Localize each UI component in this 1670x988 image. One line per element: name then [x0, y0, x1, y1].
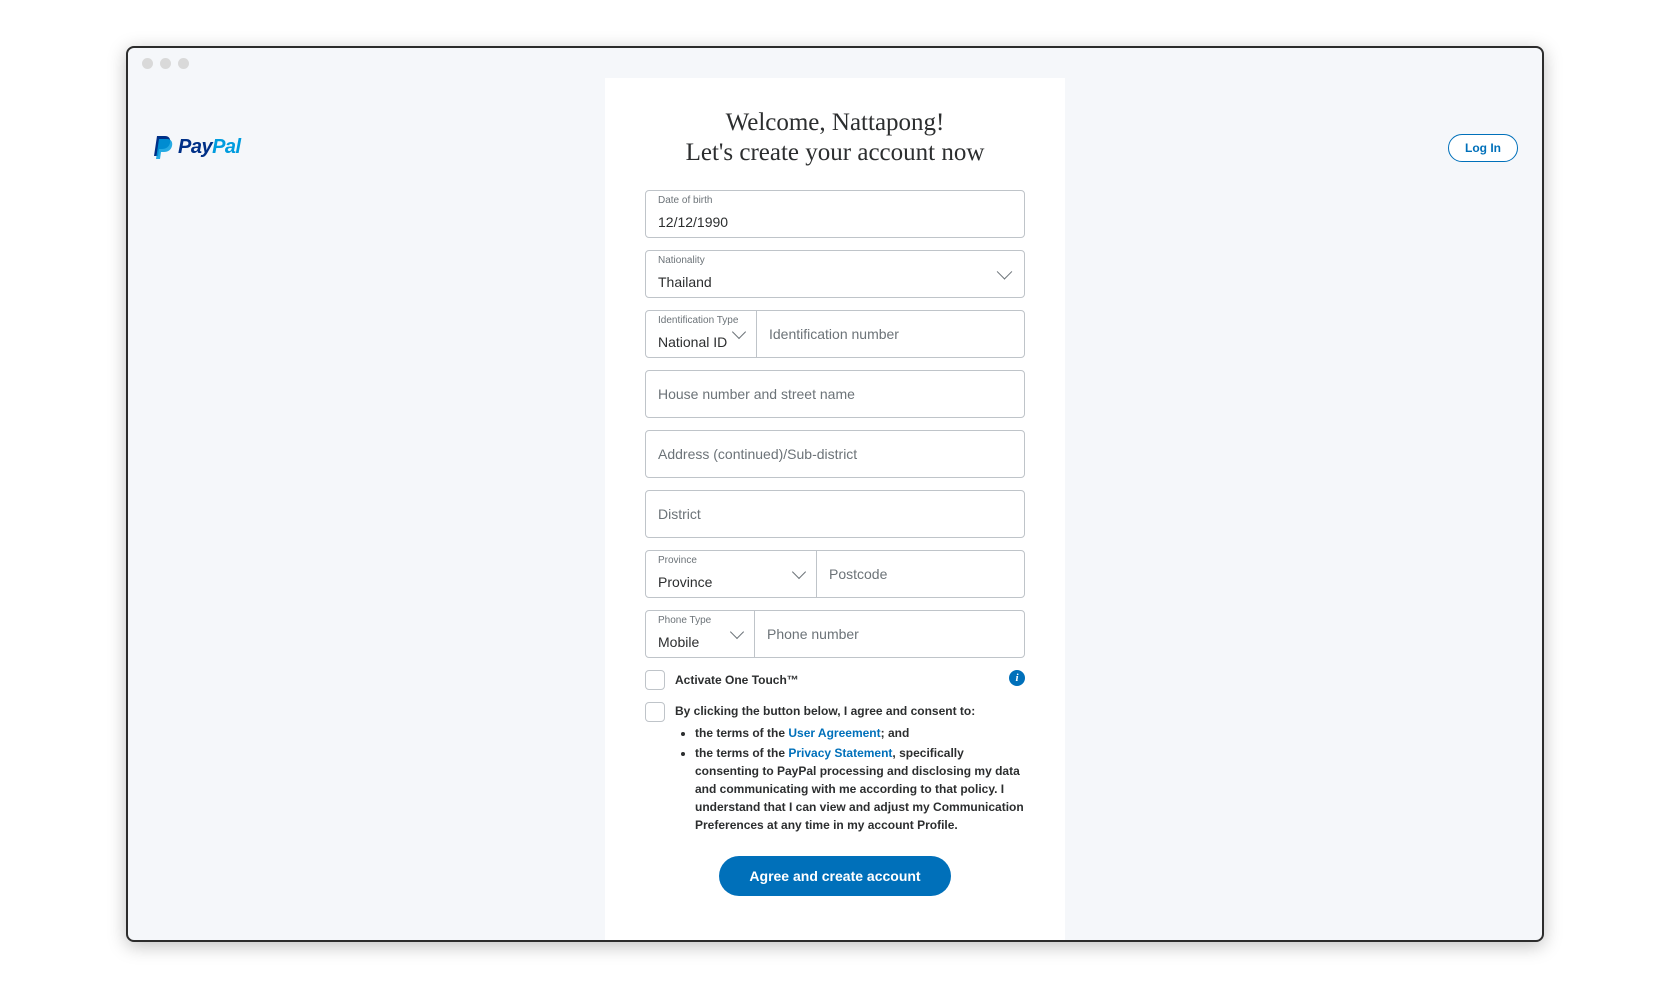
phone-number-input[interactable]: Phone number	[755, 611, 1024, 657]
traffic-light-close[interactable]	[142, 58, 153, 69]
consent-row: By clicking the button below, I agree an…	[645, 702, 1025, 836]
id-type-select[interactable]: Identification Type National ID	[646, 311, 756, 357]
onetouch-checkbox[interactable]	[645, 670, 665, 690]
privacy-statement-link[interactable]: Privacy Statement	[788, 746, 892, 760]
identification-row: Identification Type National ID Identifi…	[645, 310, 1025, 358]
onetouch-label: Activate One Touch™	[675, 670, 799, 687]
paypal-wordmark: PayPal	[178, 136, 241, 159]
consent-text: By clicking the button below, I agree an…	[675, 702, 1025, 836]
address2-input[interactable]: Address (continued)/Sub-district	[645, 430, 1025, 478]
consent-checkbox[interactable]	[645, 702, 665, 722]
login-button[interactable]: Log In	[1448, 134, 1518, 162]
traffic-light-zoom[interactable]	[178, 58, 189, 69]
agree-create-button[interactable]: Agree and create account	[719, 856, 950, 896]
nationality-label: Nationality	[658, 255, 705, 266]
paypal-logo: PayPal	[152, 134, 241, 160]
dob-label: Date of birth	[658, 195, 712, 206]
dob-value: 12/12/1990	[658, 214, 728, 230]
browser-titlebar	[128, 48, 1542, 78]
onetouch-row: Activate One Touch™ i	[645, 670, 1025, 690]
district-input[interactable]: District	[645, 490, 1025, 538]
browser-window: PayPal Log In Welcome, Nattapong! Let's …	[126, 46, 1544, 942]
province-postcode-row: Province Province Postcode	[645, 550, 1025, 598]
phone-row: Phone Type Mobile Phone number	[645, 610, 1025, 658]
traffic-light-minimize[interactable]	[160, 58, 171, 69]
paypal-mark-icon	[152, 134, 174, 160]
dob-field[interactable]: Date of birth 12/12/1990	[645, 190, 1025, 238]
street-input[interactable]: House number and street name	[645, 370, 1025, 418]
nationality-select[interactable]: Nationality Thailand	[645, 250, 1025, 298]
nationality-value: Thailand	[658, 274, 712, 290]
postcode-input[interactable]: Postcode	[817, 551, 1024, 597]
province-select[interactable]: Province Province	[646, 551, 816, 597]
id-number-input[interactable]: Identification number	[757, 311, 1024, 357]
signup-panel: Welcome, Nattapong! Let's create your ac…	[605, 78, 1065, 940]
info-icon[interactable]: i	[1009, 670, 1025, 686]
phone-type-select[interactable]: Phone Type Mobile	[646, 611, 754, 657]
user-agreement-link[interactable]: User Agreement	[788, 726, 880, 740]
page-viewport: PayPal Log In Welcome, Nattapong! Let's …	[128, 78, 1542, 940]
page-headline: Welcome, Nattapong! Let's create your ac…	[645, 108, 1025, 168]
